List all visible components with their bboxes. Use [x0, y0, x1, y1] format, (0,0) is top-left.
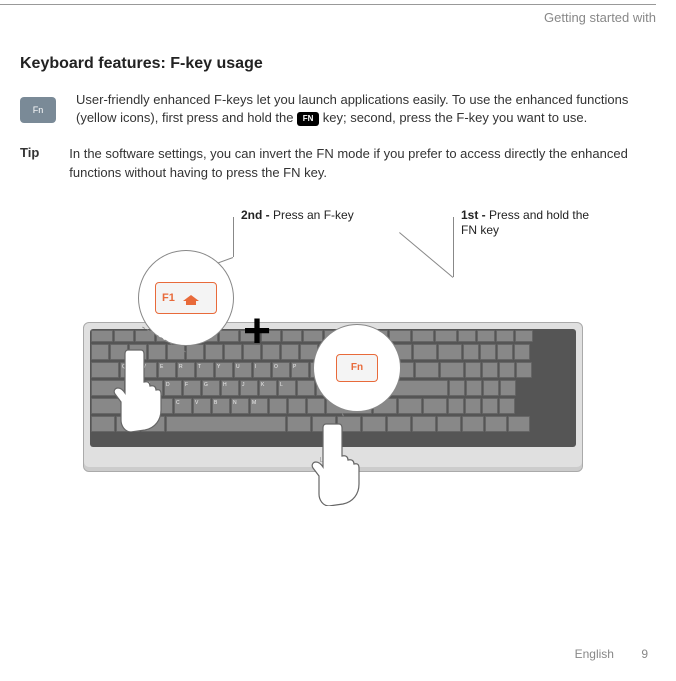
pointing-hand-icon: [113, 342, 173, 432]
keyboard-key: H: [221, 380, 239, 396]
keyboard-key: [482, 398, 498, 414]
keyboard-key: L: [278, 380, 296, 396]
keyboard-key: U: [234, 362, 252, 378]
keyboard-key: [91, 416, 115, 432]
keyboard-key: [412, 416, 436, 432]
keyboard-key: [91, 344, 109, 360]
keyboard-key: [477, 330, 495, 342]
keyboard-key: [387, 416, 411, 432]
callout-step1-bold: 1st -: [461, 208, 489, 222]
pointing-hand-icon: [311, 416, 371, 506]
home-icon: [183, 291, 199, 305]
keyboard-key: [462, 416, 484, 432]
keyboard-key: [166, 416, 286, 432]
keyboard-key: [458, 330, 476, 342]
keyboard-key: [463, 344, 479, 360]
callout-step2-bold: 2nd -: [241, 208, 273, 222]
keyboard-key: T: [196, 362, 214, 378]
keyboard-key: [219, 330, 239, 342]
keyboard-key: [440, 362, 464, 378]
keyboard-key: [437, 416, 461, 432]
f1-key-label: F1: [162, 292, 175, 304]
keyboard-key: [449, 380, 465, 396]
keyboard-key: B: [212, 398, 230, 414]
keyboard-key: [516, 362, 532, 378]
keyboard-key: [438, 344, 462, 360]
keyboard-key: [485, 416, 507, 432]
fn-inline-key-icon: FN: [297, 112, 319, 126]
fn-key: Fn: [336, 354, 378, 382]
keyboard-key: P: [291, 362, 309, 378]
keyboard-key: [465, 362, 481, 378]
keyboard-key: J: [240, 380, 258, 396]
leader-line: [453, 217, 454, 277]
keyboard-key: [287, 416, 311, 432]
keyboard-key: C: [174, 398, 192, 414]
keyboard-key: [483, 380, 499, 396]
keyboard-key: [413, 344, 437, 360]
keyboard-key: [288, 398, 306, 414]
keyboard-key: [281, 344, 299, 360]
keyboard-key: [508, 416, 530, 432]
keyboard-key: [466, 380, 482, 396]
keyboard-key: [435, 330, 457, 342]
keyboard-key: [114, 330, 134, 342]
plus-icon: +: [243, 308, 271, 356]
callout-step2: 2nd - Press an F-key: [241, 208, 354, 222]
keyboard-key: O: [272, 362, 290, 378]
keyboard-key: [269, 398, 287, 414]
leader-line: [399, 232, 453, 278]
keyboard-key: [205, 344, 223, 360]
tip-text: In the software settings, you can invert…: [69, 145, 646, 181]
fn-badge-icon: Fn: [20, 97, 56, 123]
keyboard-key: [415, 362, 439, 378]
keyboard-key: G: [202, 380, 220, 396]
keyboard-key: [500, 380, 516, 396]
keyboard-key: [224, 344, 242, 360]
keyboard-key: K: [259, 380, 277, 396]
keyboard-key: [186, 344, 204, 360]
keyboard-key: Y: [215, 362, 233, 378]
keyboard-key: [303, 330, 323, 342]
keyboard-key: [465, 398, 481, 414]
keyboard-key: [482, 362, 498, 378]
keyboard-key: [282, 330, 302, 342]
keyboard-key: V: [193, 398, 211, 414]
keyboard-key: N: [231, 398, 249, 414]
keyboard-key: I: [253, 362, 271, 378]
callout-step1: 1st - Press and hold the FN key: [461, 208, 601, 239]
intro-after: key; second, press the F-key you want to…: [323, 110, 587, 125]
fn-key-callout: Fn: [313, 324, 401, 412]
footer-page-number: 9: [641, 647, 648, 661]
keyboard-key: [499, 362, 515, 378]
callout-step2-text: Press an F-key: [273, 208, 354, 222]
keyboard-key: [389, 330, 411, 342]
diagram: 2nd - Press an F-key 1st - Press and hol…: [53, 212, 613, 502]
keyboard-key: [423, 398, 447, 414]
footer-language: English: [575, 647, 614, 661]
keyboard-key: [307, 398, 325, 414]
keyboard-key: [480, 344, 496, 360]
keyboard-key: [515, 330, 533, 342]
keyboard-key: [297, 380, 315, 396]
keyboard-key: [91, 330, 113, 342]
keyboard-key: F: [183, 380, 201, 396]
intro-paragraph: User-friendly enhanced F-keys let you la…: [76, 91, 646, 127]
header-section: Getting started with: [544, 10, 656, 25]
keyboard-key: [448, 398, 464, 414]
keyboard-key: [496, 330, 514, 342]
tip-label: Tip: [20, 145, 39, 181]
leader-line: [233, 217, 234, 257]
keyboard-key: [499, 398, 515, 414]
keyboard-key: [514, 344, 530, 360]
keyboard-key: M: [250, 398, 268, 414]
footer: English 9: [575, 647, 648, 661]
keyboard-key: R: [177, 362, 195, 378]
f1-key: F1: [155, 282, 217, 314]
keyboard-key: [412, 330, 434, 342]
keyboard-key: [497, 344, 513, 360]
page-title: Keyboard features: F-key usage: [20, 55, 646, 73]
keyboard-key: [398, 398, 422, 414]
